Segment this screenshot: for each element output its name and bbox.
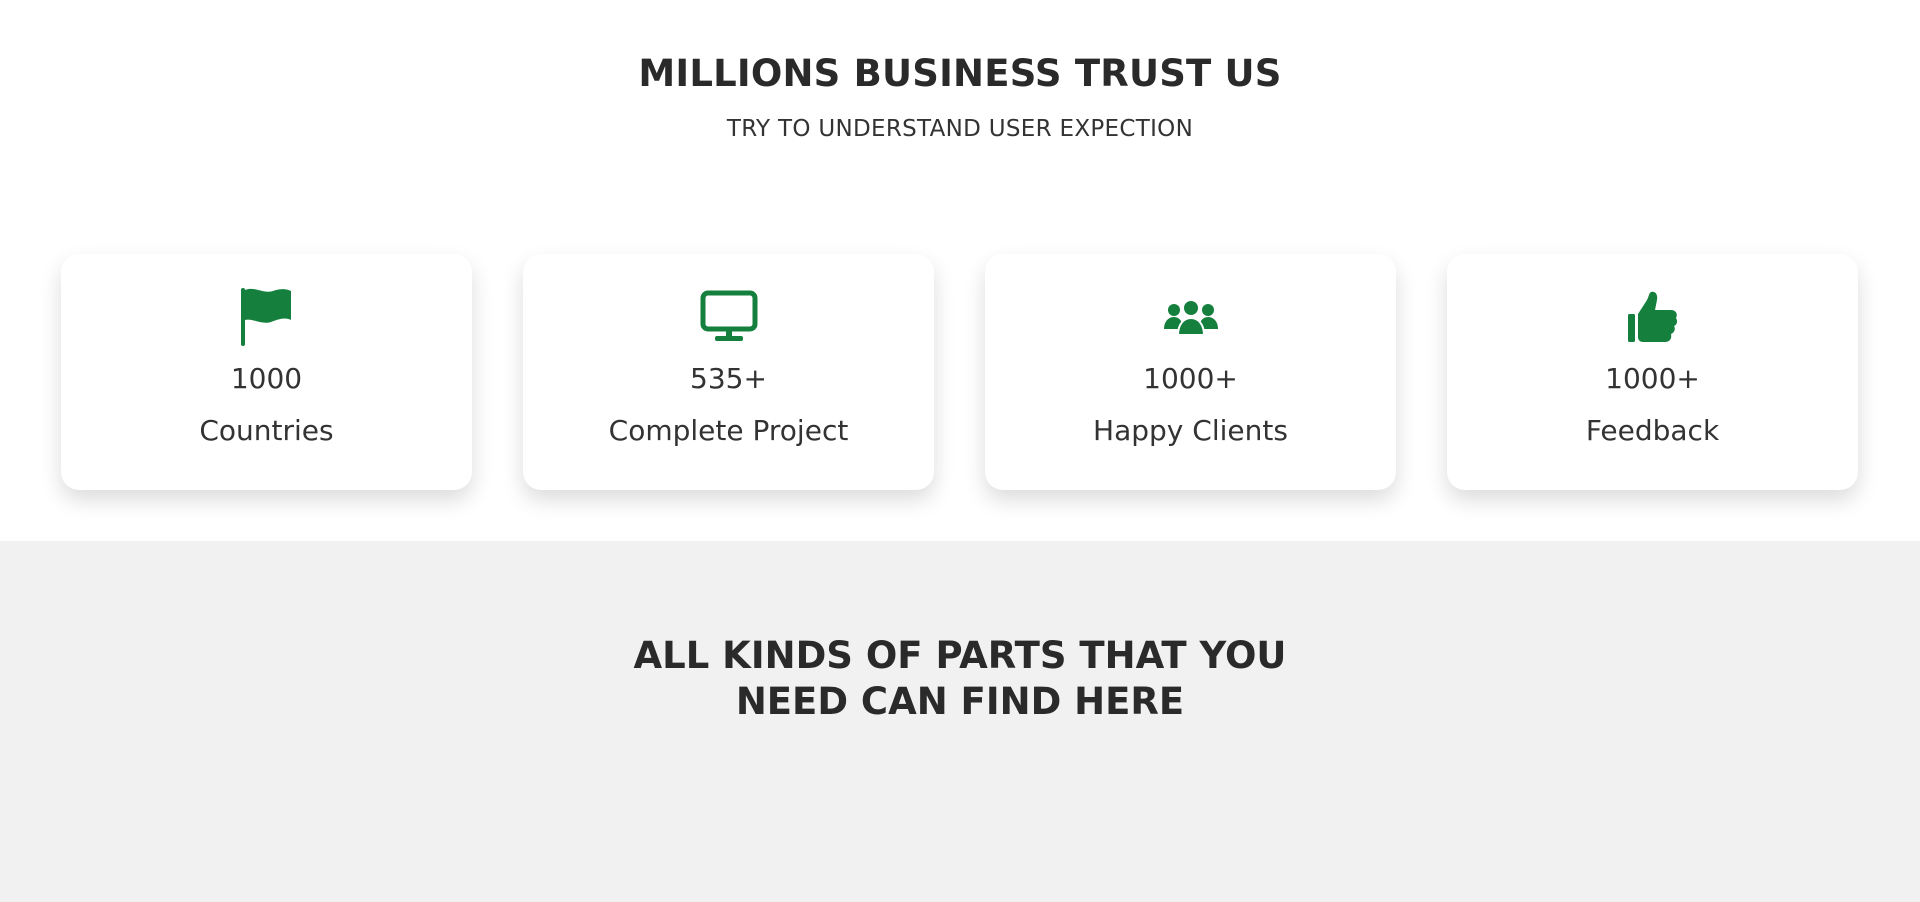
stat-card-feedback: 1000+ Feedback	[1447, 254, 1858, 490]
stat-card-countries: 1000 Countries	[61, 254, 472, 490]
thumbs-up-icon	[1447, 286, 1858, 348]
stat-label: Happy Clients	[1093, 414, 1288, 447]
stat-label: Feedback	[1585, 414, 1720, 447]
parts-title-line-2: NEED CAN FIND HERE	[735, 680, 1185, 723]
stat-value: 1000+	[1143, 362, 1238, 395]
monitor-icon	[523, 286, 934, 348]
stats-row: 1000 Countries 535+ Complete Project 100…	[61, 254, 1861, 490]
trust-section: MILLIONS BUSINESS TRUST US TRY TO UNDERS…	[0, 0, 1920, 541]
trust-title: MILLIONS BUSINESS TRUST US	[638, 52, 1282, 95]
users-icon	[985, 286, 1396, 348]
stat-value: 535+	[690, 362, 767, 395]
parts-title: ALL KINDS OF PARTS THAT YOU NEED CAN FIN…	[560, 633, 1360, 725]
stat-value: 1000+	[1605, 362, 1700, 395]
flag-icon	[61, 286, 472, 348]
stat-label: Complete Project	[608, 414, 849, 447]
parts-section: ALL KINDS OF PARTS THAT YOU NEED CAN FIN…	[0, 541, 1920, 902]
stat-card-happy-clients: 1000+ Happy Clients	[985, 254, 1396, 490]
stat-card-complete-project: 535+ Complete Project	[523, 254, 934, 490]
parts-title-line-1: ALL KINDS OF PARTS THAT YOU	[633, 634, 1287, 677]
stat-label: Countries	[199, 414, 334, 447]
stat-value: 1000	[230, 362, 303, 395]
trust-subtitle: TRY TO UNDERSTAND USER EXPECTION	[726, 116, 1194, 142]
